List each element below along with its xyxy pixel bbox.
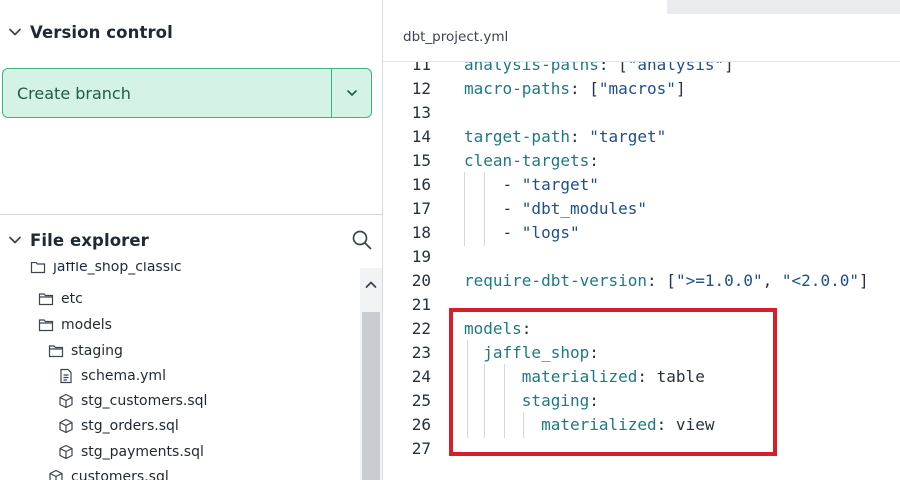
file-icon <box>58 368 74 384</box>
line-number: 27 <box>411 438 431 458</box>
tree-item-staging[interactable]: staging <box>48 338 123 363</box>
chevron-down-icon[interactable] <box>3 20 27 44</box>
tree-item-etc[interactable]: etc <box>38 286 83 311</box>
line-number: 12 <box>411 78 431 98</box>
line-number: 19 <box>411 246 431 266</box>
code-line: 15 clean-targets: <box>383 148 900 172</box>
file-tree: jaffle_shop_classic etc models staging s <box>0 262 360 480</box>
branch-options-dropdown[interactable] <box>331 69 371 117</box>
file-explorer-header[interactable]: File explorer <box>0 220 383 260</box>
models-config-highlight <box>449 308 777 456</box>
line-number: 26 <box>411 414 431 434</box>
cube-icon <box>58 444 74 460</box>
code-line: 16 - "target" <box>383 172 900 196</box>
line-number: 24 <box>411 366 431 386</box>
line-number: 15 <box>411 150 431 170</box>
line-number: 14 <box>411 126 431 146</box>
tree-item-stg-orders[interactable]: stg_orders.sql <box>58 413 179 438</box>
folder-open-icon <box>48 343 64 359</box>
chevron-down-icon[interactable] <box>3 228 27 252</box>
tree-item-stg-payments[interactable]: stg_payments.sql <box>58 439 204 464</box>
line-number: 22 <box>411 318 431 338</box>
code-text: - "logs" <box>464 222 580 242</box>
code-line: 20 require-dbt-version: [">=1.0.0", "<2.0… <box>383 268 900 292</box>
tree-item-label: stg_orders.sql <box>81 417 179 434</box>
folder-open-icon <box>30 262 46 275</box>
code-line: 12 macro-paths: ["macros"] <box>383 76 900 100</box>
tree-item-label: stg_customers.sql <box>81 392 208 409</box>
version-control-header[interactable]: Version control <box>0 12 383 52</box>
cube-icon <box>48 469 64 480</box>
code-line: 18 - "logs" <box>383 220 900 244</box>
code-text: clean-targets: <box>464 150 599 170</box>
tree-item-project-root[interactable]: jaffle_shop_classic <box>30 262 182 279</box>
line-number: 20 <box>411 270 431 290</box>
code-text: - "dbt_modules" <box>464 198 648 218</box>
version-control-title: Version control <box>30 22 173 42</box>
search-icon[interactable] <box>351 229 373 251</box>
code-line: 11 analysis-paths: ["analysis"] <box>383 62 900 76</box>
tree-item-stg-customers[interactable]: stg_customers.sql <box>58 388 207 413</box>
line-number: 11 <box>411 62 431 74</box>
tree-item-customers[interactable]: customers.sql <box>48 464 169 480</box>
code-line: 19 <box>383 244 900 268</box>
code-line: 14 target-path: "target" <box>383 124 900 148</box>
sidebar: Version control Create branch File explo… <box>0 0 383 480</box>
tree-item-schema-yml[interactable]: schema.yml <box>58 363 166 388</box>
tree-item-models[interactable]: models <box>38 312 112 337</box>
code-line: 13 <box>383 100 900 124</box>
code-line: 17 - "dbt_modules" <box>383 196 900 220</box>
cube-icon <box>58 393 74 409</box>
tree-item-label: jaffle_shop_classic <box>53 262 182 275</box>
file-explorer-title: File explorer <box>30 230 149 250</box>
tree-item-label: schema.yml <box>81 367 166 384</box>
line-number: 16 <box>411 174 431 194</box>
section-divider <box>0 214 383 215</box>
line-number: 18 <box>411 222 431 242</box>
chevron-up-icon[interactable] <box>360 274 382 296</box>
code-text: - "target" <box>464 174 599 194</box>
code-text: require-dbt-version: [">=1.0.0", "<2.0.0… <box>464 270 869 290</box>
folder-open-icon <box>38 317 54 333</box>
code-text: macro-paths: ["macros"] <box>464 78 686 98</box>
folder-icon <box>38 291 54 307</box>
line-number: 17 <box>411 198 431 218</box>
line-number: 13 <box>411 102 431 122</box>
tree-item-label: models <box>61 316 112 333</box>
create-branch-button[interactable]: Create branch <box>3 69 331 117</box>
tree-item-label: staging <box>71 342 123 359</box>
line-number: 21 <box>411 294 431 314</box>
editor-tab-bar: dbt_project.yml <box>383 0 900 62</box>
tab-dbt-project-yml[interactable]: dbt_project.yml <box>403 29 508 45</box>
tree-item-label: customers.sql <box>71 468 169 480</box>
scrollbar-thumb[interactable] <box>362 312 380 480</box>
line-number: 23 <box>411 342 431 362</box>
tree-item-label: stg_payments.sql <box>81 443 204 460</box>
tab-bar-filler <box>667 0 900 14</box>
code-text: analysis-paths: ["analysis"] <box>464 62 734 74</box>
file-tree-scrollbar[interactable] <box>360 268 382 480</box>
code-text: target-path: "target" <box>464 126 667 146</box>
cube-icon <box>58 418 74 434</box>
chevron-down-icon <box>346 90 357 96</box>
create-branch-split-button: Create branch <box>2 68 372 118</box>
line-number: 25 <box>411 390 431 410</box>
tree-item-label: etc <box>61 290 83 307</box>
